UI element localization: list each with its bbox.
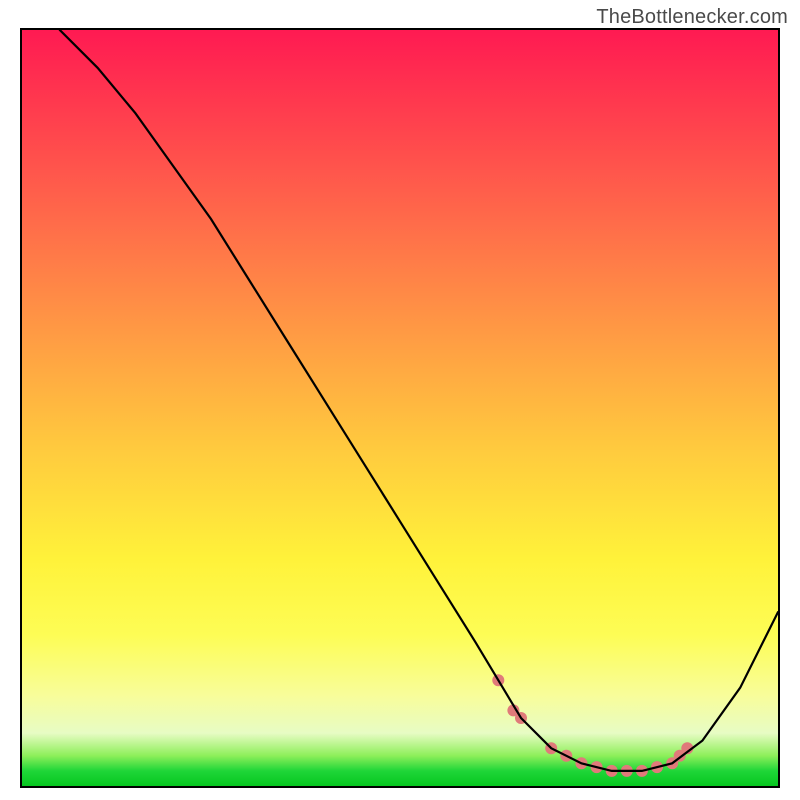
- curve-svg: [22, 30, 778, 786]
- marker-group: [492, 674, 693, 777]
- chart-container: TheBottlenecker.com: [0, 0, 800, 800]
- bottleneck-curve: [60, 30, 778, 771]
- plot-area: [20, 28, 780, 788]
- watermark-text: TheBottlenecker.com: [596, 6, 788, 29]
